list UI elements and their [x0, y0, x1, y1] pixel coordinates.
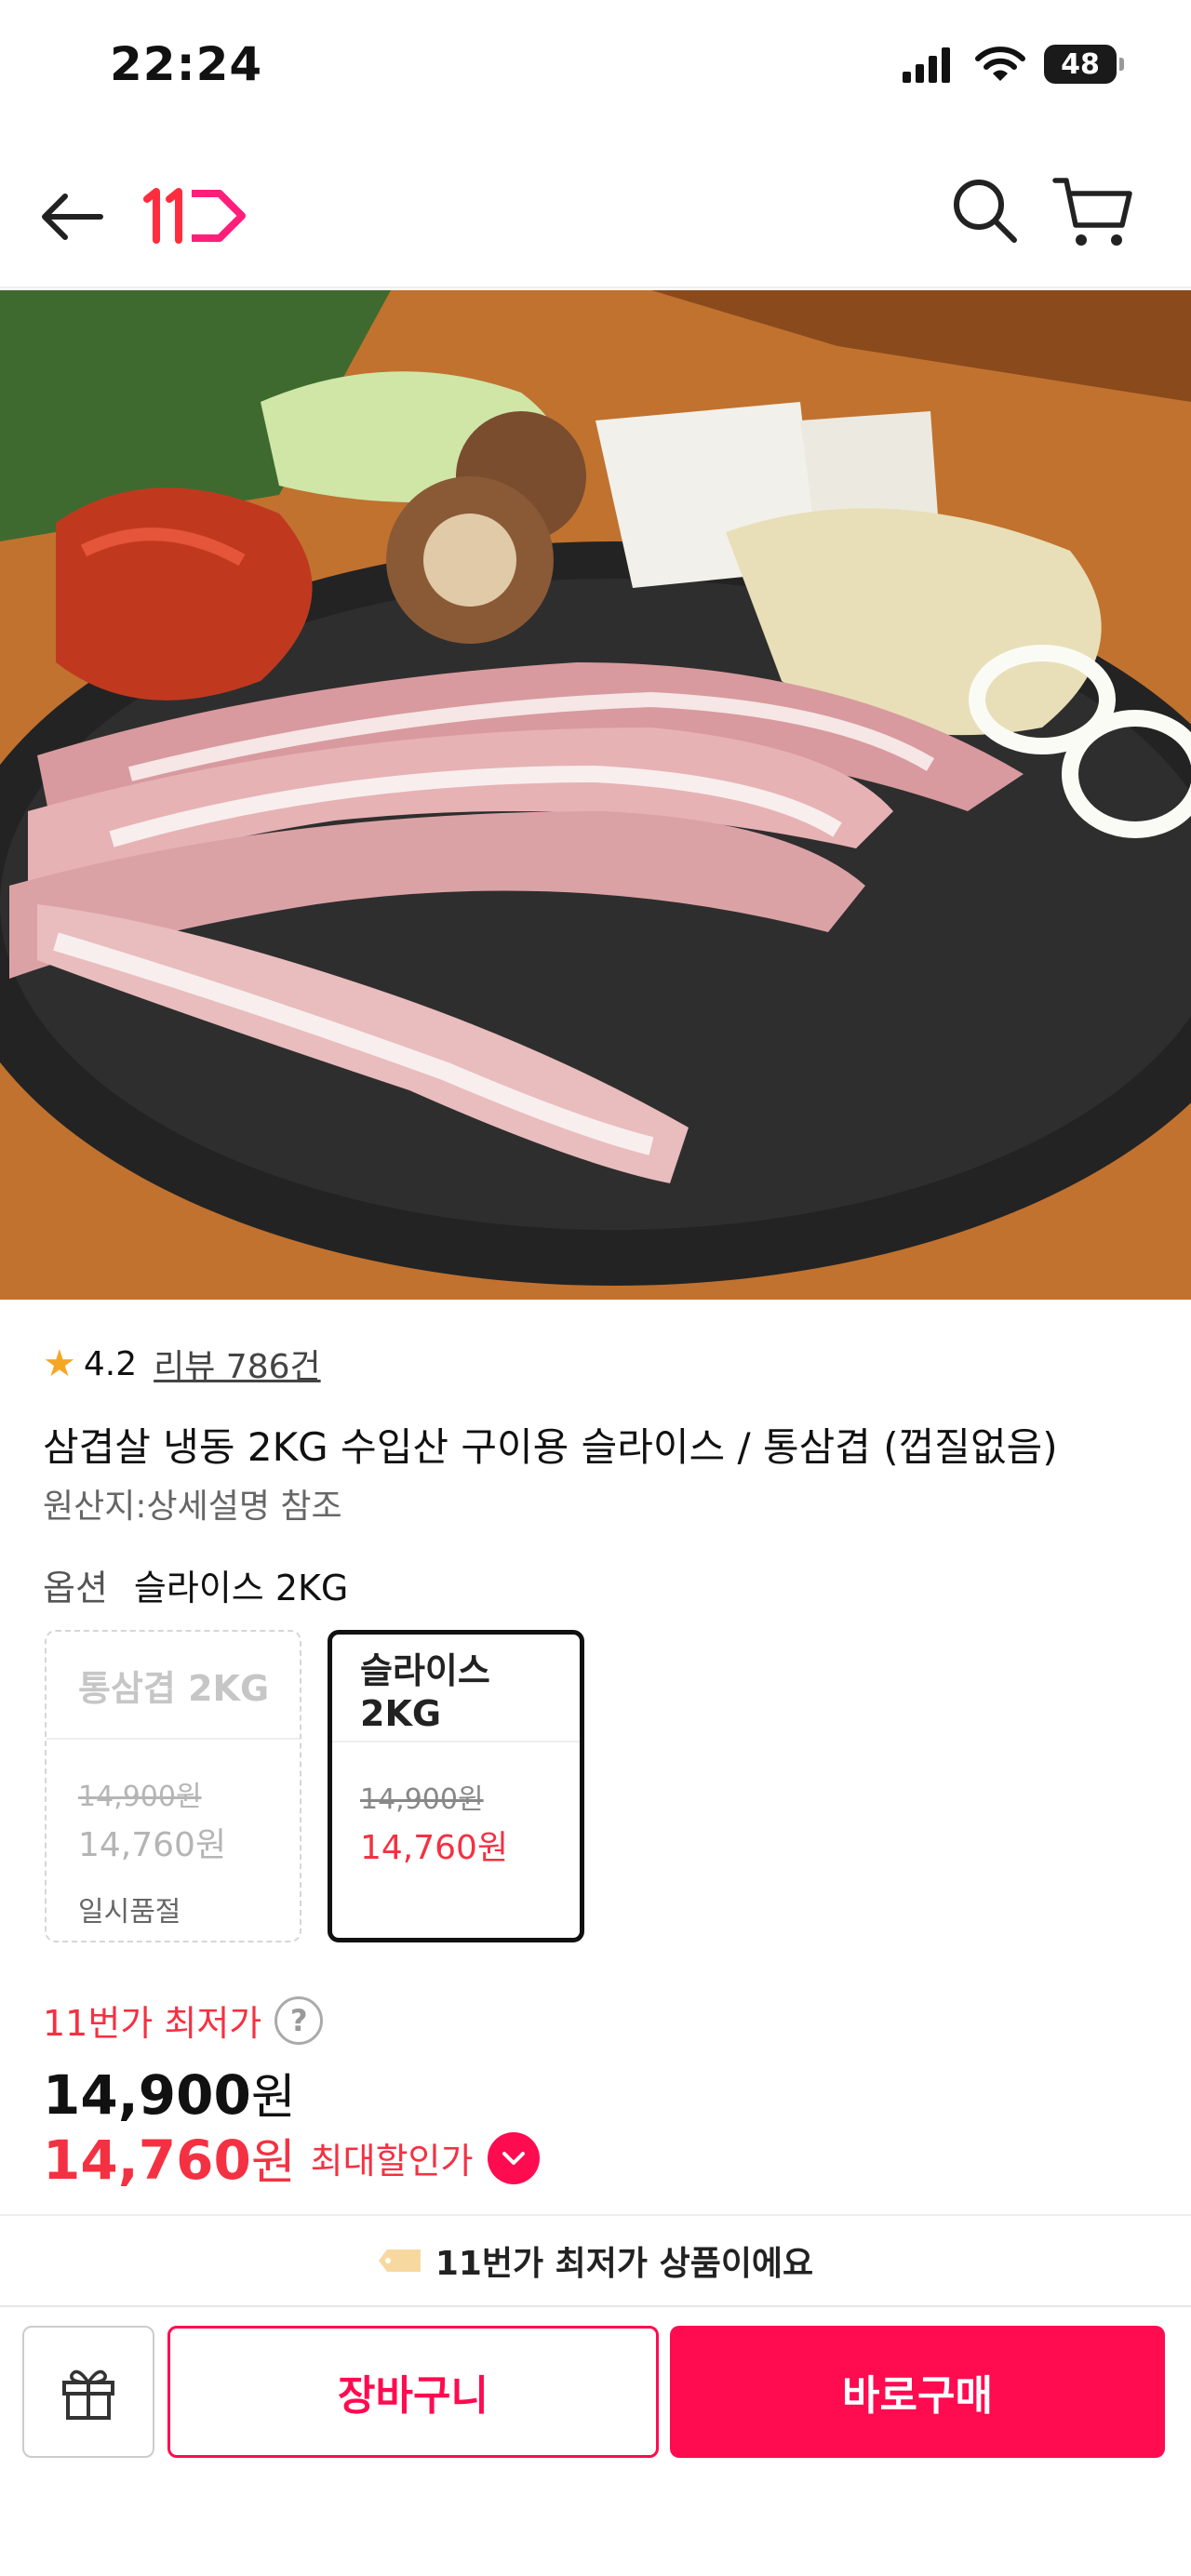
- lowest-price-label: 11번가 최저가: [43, 2003, 262, 2044]
- price-tag-icon: [378, 2249, 421, 2272]
- sale-price-row: 14,760원 최대할인가: [43, 2123, 541, 2193]
- review-count-link[interactable]: 리뷰 786건: [154, 1340, 321, 1388]
- option-status: 일시품절: [78, 1896, 181, 1929]
- option-card-body: 14,900원 14,760원 일시품절: [47, 1740, 300, 1929]
- signal-icon: [903, 47, 950, 83]
- rating-value: 4.2: [83, 1344, 138, 1383]
- buy-now-button[interactable]: 바로구매: [670, 2326, 1165, 2458]
- gift-button[interactable]: [22, 2326, 154, 2458]
- option-card-body: 14,900원 14,760원: [332, 1742, 580, 1869]
- gift-icon: [62, 2369, 114, 2420]
- regular-price: 14,900원: [43, 2058, 296, 2128]
- max-discount-label: 최대할인가: [310, 2141, 474, 2182]
- logo[interactable]: [140, 179, 251, 253]
- bottom-action-bar: 장바구니 바로구매: [0, 2305, 1191, 2576]
- option-card-name: 슬라이스 2KG: [332, 1635, 580, 1742]
- rating-row: ★ 4.2 리뷰 786건: [43, 1340, 321, 1388]
- chevron-down-icon[interactable]: [488, 2131, 541, 2184]
- star-icon: ★: [43, 1342, 76, 1385]
- option-original-price: 14,900원: [360, 1783, 484, 1816]
- battery-indicator: 48: [1044, 45, 1124, 84]
- search-button[interactable]: [947, 173, 1022, 247]
- pork-belly-photo: [0, 290, 1191, 1300]
- status-bar: 22:24 48: [0, 0, 1191, 140]
- back-button[interactable]: [37, 181, 108, 252]
- brand-logo: [143, 188, 246, 244]
- option-price: 14,760원: [78, 1826, 227, 1864]
- help-icon[interactable]: ?: [274, 1995, 324, 2045]
- banner-text: 11번가 최저가 상품이에요: [435, 2245, 814, 2283]
- option-card-name: 통삼겹 2KG: [47, 1632, 300, 1740]
- currency-unit: 원: [250, 2135, 296, 2191]
- product-title: 삼겹살 냉동 2KG 수입산 구이용 슬라이스 / 통삼겹 (껍질없음): [43, 1424, 1058, 1470]
- sale-price-amount: 14,760: [43, 2129, 251, 2192]
- add-to-cart-button[interactable]: 장바구니: [167, 2326, 659, 2458]
- product-origin: 원산지:상세설명 참조: [43, 1488, 342, 1526]
- cart-button[interactable]: [1051, 173, 1135, 251]
- product-image[interactable]: [0, 290, 1191, 1300]
- option-price: 14,760원: [360, 1829, 509, 1867]
- status-icons: 48: [901, 45, 1124, 84]
- option-summary: 옵션 슬라이스 2KG: [43, 1559, 348, 1610]
- option-label: 옵션: [43, 1568, 108, 1608]
- option-card-slice[interactable]: 슬라이스 2KG 14,900원 14,760원: [328, 1630, 584, 1942]
- wifi-icon: [975, 47, 1025, 81]
- cart-icon: [1052, 178, 1132, 246]
- app-header: [0, 140, 1191, 288]
- sale-price: 14,760원: [43, 2123, 296, 2193]
- regular-price-amount: 14,900: [43, 2063, 251, 2127]
- lowest-price-row: 11번가 최저가 ?: [43, 1995, 324, 2046]
- option-original-price: 14,900원: [78, 1781, 202, 1813]
- status-time: 22:24: [110, 37, 263, 91]
- option-card-whole-belly[interactable]: 통삼겹 2KG 14,900원 14,760원 일시품절: [45, 1630, 301, 1942]
- option-selected-value: 슬라이스 2KG: [133, 1568, 349, 1608]
- currency-unit: 원: [250, 2070, 296, 2126]
- lowest-price-banner: 11번가 최저가 상품이에요: [0, 2216, 1191, 2305]
- arrow-left-icon: [42, 194, 103, 240]
- search-icon: [954, 180, 1017, 243]
